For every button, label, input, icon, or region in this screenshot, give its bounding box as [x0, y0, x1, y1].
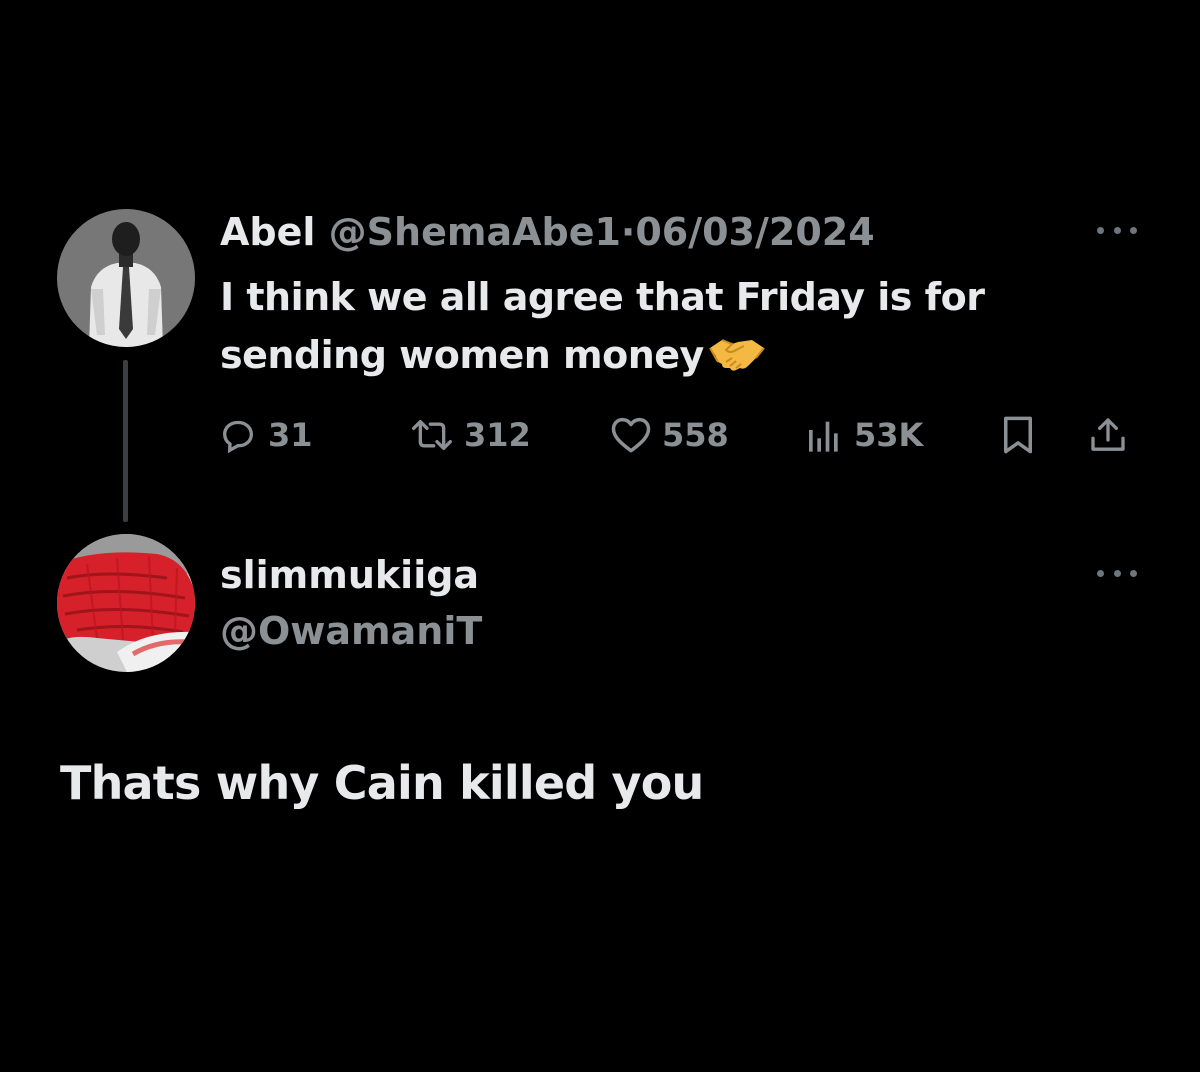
share-icon	[1091, 418, 1125, 451]
avatar-slimmukiiga[interactable]	[57, 534, 195, 672]
tweet-text: I think we all agree that Friday is for …	[220, 268, 1100, 384]
share-button[interactable]	[1088, 410, 1128, 460]
views-icon	[809, 421, 838, 452]
like-count: 558	[662, 416, 729, 454]
author-handle[interactable]: @ShemaAbe1	[329, 210, 621, 254]
tweet-text-content: I think we all agree that Friday is for …	[220, 275, 985, 377]
reply-count: 31	[268, 416, 313, 454]
like-button[interactable]: 558	[610, 410, 729, 460]
heart-icon	[611, 417, 651, 453]
reply-display-name[interactable]: slimmukiiga	[220, 549, 479, 601]
retweet-button[interactable]: 312	[410, 410, 531, 460]
author-display-name[interactable]: Abel	[220, 210, 315, 254]
retweet-icon	[411, 420, 452, 450]
retweet-count: 312	[464, 416, 531, 454]
reply-text: Thats why Cain killed you	[60, 756, 704, 810]
reply-handle[interactable]: @OwamaniT	[220, 605, 482, 657]
bookmark-button[interactable]	[1000, 410, 1036, 460]
avatar-abel[interactable]	[57, 209, 195, 347]
tweet-header: Abel @ShemaAbe1·06/03/2024	[220, 206, 875, 258]
bookmark-icon	[1004, 416, 1032, 454]
header-separator: ·	[620, 210, 636, 254]
tweet-date[interactable]: 06/03/2024	[635, 210, 874, 254]
reply-more-icon[interactable]	[1097, 563, 1137, 583]
reply-icon	[222, 420, 254, 454]
reply-button[interactable]: 31	[218, 410, 313, 460]
views-count: 53K	[854, 416, 924, 454]
tweet-actions: 31 312 558 53K	[218, 410, 1138, 460]
views-button[interactable]: 53K	[804, 410, 923, 460]
more-icon[interactable]	[1097, 220, 1137, 240]
thread-line	[123, 360, 128, 522]
handshake-emoji-icon	[708, 332, 766, 372]
